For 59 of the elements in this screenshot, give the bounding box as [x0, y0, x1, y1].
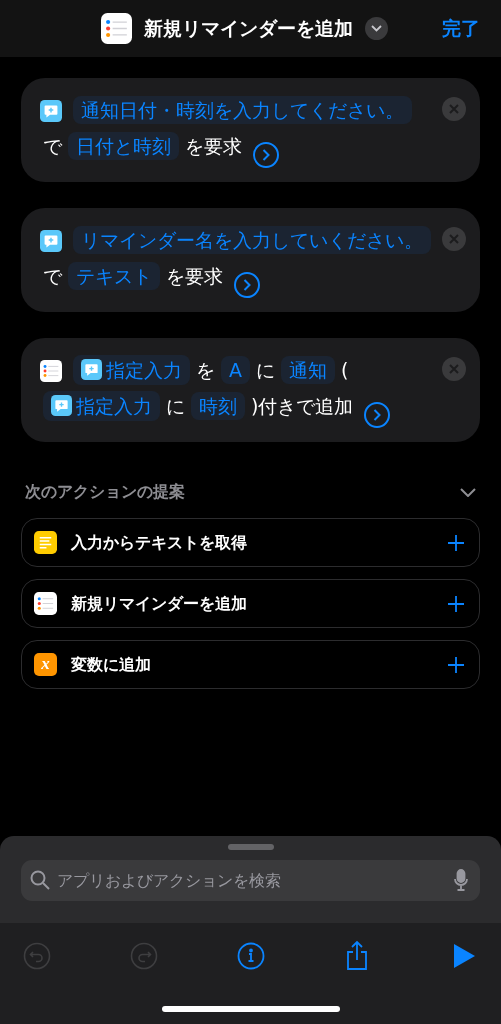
- expand-button[interactable]: [234, 272, 260, 298]
- chevron-right-icon: [373, 409, 382, 421]
- chevron-right-icon: [262, 149, 270, 161]
- info-icon: [236, 942, 265, 970]
- search-field[interactable]: アプリおよびアクションを検索: [21, 860, 480, 901]
- parameter-token[interactable]: テキスト: [68, 262, 160, 290]
- action-name: 新規リマインダーを追加: [71, 592, 247, 615]
- speech-bubble-plus-icon: [51, 395, 72, 416]
- title-menu-button[interactable]: [365, 17, 388, 40]
- variable-token[interactable]: 指定入力: [73, 355, 190, 385]
- collapse-button[interactable]: [460, 487, 476, 497]
- parameter-token[interactable]: 通知日付・時刻を入力してください。: [73, 96, 412, 124]
- close-icon: [449, 234, 459, 244]
- action-text: (: [341, 359, 349, 381]
- speech-bubble-plus-icon: [40, 230, 62, 252]
- parameter-token[interactable]: A: [221, 356, 250, 384]
- parameter-token[interactable]: 日付と時刻: [68, 132, 179, 160]
- speech-bubble-plus-icon: [40, 100, 62, 122]
- reminders-list-icon: [40, 360, 62, 382]
- variable-icon: x: [34, 653, 57, 676]
- variable-token[interactable]: 指定入力: [43, 391, 160, 421]
- chevron-right-icon: [243, 279, 251, 291]
- suggested-action[interactable]: x 変数に追加: [21, 640, 480, 689]
- action-name: 変数に追加: [71, 653, 151, 676]
- action-text: に: [166, 395, 185, 417]
- chevron-down-icon: [371, 25, 382, 32]
- parameter-token[interactable]: 通知: [281, 356, 335, 384]
- search-icon: [30, 870, 50, 890]
- speech-bubble-plus-icon: [81, 359, 102, 380]
- text-lines-icon: [34, 531, 57, 554]
- plus-icon[interactable]: [448, 656, 464, 673]
- action-text: を要求: [185, 135, 242, 157]
- undo-icon: [23, 942, 51, 970]
- plus-icon[interactable]: [448, 534, 464, 551]
- close-icon: [449, 104, 459, 114]
- action-text: を要求: [166, 265, 223, 287]
- suggested-action[interactable]: 新規リマインダーを追加: [21, 579, 480, 628]
- parameter-token[interactable]: 時刻: [191, 392, 245, 420]
- action-text: で: [43, 265, 62, 287]
- reminders-list-icon: [34, 592, 57, 615]
- chevron-down-icon: [460, 487, 476, 497]
- action-text: で: [43, 135, 62, 157]
- expand-button[interactable]: [253, 142, 279, 168]
- shortcut-title[interactable]: 新規リマインダーを追加: [144, 14, 353, 43]
- action-name: 入力からテキストを取得: [71, 531, 247, 554]
- microphone-icon[interactable]: [454, 869, 468, 891]
- done-button[interactable]: 完了: [442, 14, 480, 43]
- redo-icon: [129, 942, 158, 970]
- reminders-list-icon: [101, 13, 132, 44]
- plus-icon[interactable]: [448, 595, 464, 612]
- section-title: 次のアクションの提案: [25, 481, 185, 503]
- suggested-action[interactable]: 入力からテキストを取得: [21, 518, 480, 567]
- close-icon: [449, 364, 459, 374]
- action-text: を: [196, 359, 215, 381]
- expand-button[interactable]: [364, 402, 391, 428]
- action-text: に: [256, 359, 275, 381]
- action-text: )付きで追加: [251, 395, 354, 417]
- parameter-token[interactable]: リマインダー名を入力していください。: [73, 226, 431, 254]
- play-icon: [452, 943, 476, 969]
